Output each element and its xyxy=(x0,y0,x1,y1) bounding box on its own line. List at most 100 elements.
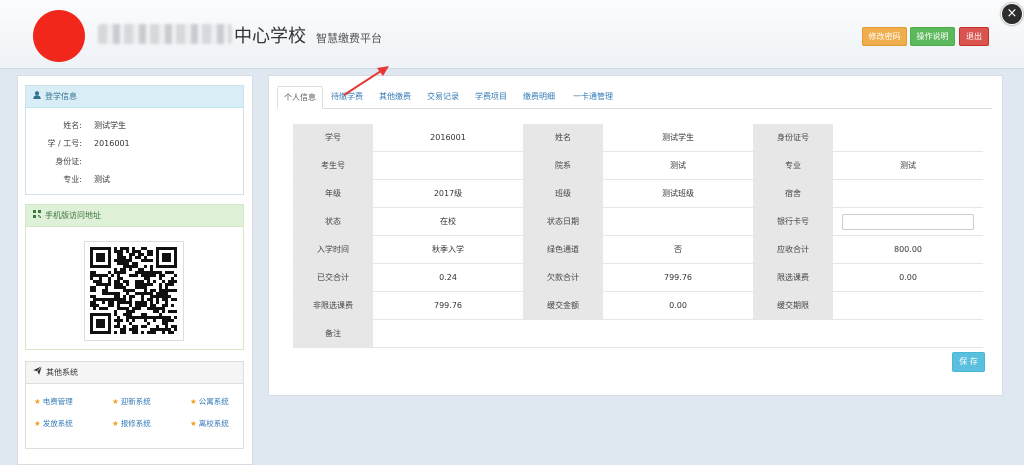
bank-card-input[interactable] xyxy=(842,213,974,230)
tab-tuition-items[interactable]: 学费项目 xyxy=(469,86,513,108)
field-label: 缓交金额 xyxy=(523,291,603,320)
login-info-title: 登学信息 xyxy=(45,92,77,101)
tab-transactions[interactable]: 交易记录 xyxy=(421,86,465,108)
table-row: 考生号 院系 测试 专业 测试 xyxy=(293,151,983,180)
field-label: 班级 xyxy=(523,179,603,208)
close-icon[interactable]: × xyxy=(1001,3,1023,25)
info-row-id: 学 / 工号: 2016001 xyxy=(26,138,130,149)
field-label: 姓名 xyxy=(523,124,603,152)
field-label: 应收合计 xyxy=(753,235,833,264)
field-value: 0.00 xyxy=(833,263,983,292)
instructions-button[interactable]: 操作说明 xyxy=(910,27,955,46)
field-value xyxy=(373,319,983,348)
star-icon: ★ xyxy=(190,397,197,406)
field-label: 年级 xyxy=(293,179,373,208)
field-label: 备注 xyxy=(293,319,373,348)
mobile-access-panel: 手机版访问地址 xyxy=(25,204,244,350)
star-icon: ★ xyxy=(112,419,119,428)
field-label: 身份证号 xyxy=(753,124,833,152)
system-link[interactable]: ★ 离校系统 xyxy=(190,418,229,429)
table-row: 非限选课费 799.76 缓交金额 0.00 缓交期限 xyxy=(293,291,983,320)
top-header: 中心学校 智慧缴费平台 修改密码 操作说明 退出 xyxy=(0,0,1024,69)
info-value: 测试 xyxy=(94,175,110,184)
field-label: 考生号 xyxy=(293,151,373,180)
save-button[interactable]: 保 存 xyxy=(952,352,985,372)
field-label: 缓交期限 xyxy=(753,291,833,320)
field-value: 799.76 xyxy=(373,291,523,320)
login-info-panel-header: 登学信息 xyxy=(26,86,243,108)
field-label: 欠款合计 xyxy=(523,263,603,292)
table-row: 备注 xyxy=(293,319,983,348)
field-value xyxy=(603,207,753,236)
personal-info-table: 学号 2016001 姓名 测试学生 身份证号 考生号 院系 测试 专业 测试 年级 2017级 班级测… xyxy=(293,124,983,348)
blurred-school-name xyxy=(98,24,232,44)
field-value: 0.00 xyxy=(603,291,753,320)
field-value: 2017级 xyxy=(373,179,523,208)
field-value xyxy=(833,124,983,152)
mobile-access-title: 手机版访问地址 xyxy=(45,211,101,220)
field-label: 学号 xyxy=(293,124,373,152)
other-systems-panel-header: 其他系统 xyxy=(26,362,243,384)
field-label: 非限选课费 xyxy=(293,291,373,320)
field-value: 测试班级 xyxy=(603,179,753,208)
field-value: 秋季入学 xyxy=(373,235,523,264)
field-value: 2016001 xyxy=(373,124,523,152)
table-row: 年级 2017级 班级 测试班级 宿舍 xyxy=(293,179,983,208)
field-value: 0.24 xyxy=(373,263,523,292)
info-label: 身份证: xyxy=(55,157,82,166)
school-logo xyxy=(33,10,85,62)
system-link[interactable]: ★ 报修系统 xyxy=(112,418,151,429)
field-label: 宿舍 xyxy=(753,179,833,208)
field-label: 状态日期 xyxy=(523,207,603,236)
logout-button[interactable]: 退出 xyxy=(959,27,989,46)
tab-card-management[interactable]: 一卡通管理 xyxy=(567,86,619,108)
field-value: 否 xyxy=(603,235,753,264)
qrcode-icon xyxy=(33,205,41,227)
change-password-button[interactable]: 修改密码 xyxy=(862,27,907,46)
field-value: 800.00 xyxy=(833,235,983,264)
other-systems-panel: 其他系统 ★ 电费管理 ★ 迎新系统 ★ 公寓系统 ★ 发放系统 ★ 报修系统 ★ 离校系统 xyxy=(25,361,244,449)
field-value: 799.76 xyxy=(603,263,753,292)
field-label: 状态 xyxy=(293,207,373,236)
tab-bar: 个人信息 待缴学费 其他缴费 交易记录 学费项目 缴费明细 一卡通管理 xyxy=(277,86,992,109)
system-link[interactable]: ★ 迎新系统 xyxy=(112,396,151,407)
table-row: 学号 2016001 姓名 测试学生 身份证号 xyxy=(293,124,983,152)
qr-code xyxy=(84,241,184,341)
tab-pending-tuition[interactable]: 待缴学费 xyxy=(325,86,369,108)
system-link[interactable]: ★ 发放系统 xyxy=(34,418,73,429)
field-value: 测试 xyxy=(603,151,753,180)
tab-other-payments[interactable]: 其他缴费 xyxy=(373,86,417,108)
field-label: 已交合计 xyxy=(293,263,373,292)
other-systems-title: 其他系统 xyxy=(46,368,78,377)
info-label: 专业: xyxy=(63,175,82,184)
field-value: 测试学生 xyxy=(603,124,753,152)
info-row-major: 专业: 测试 xyxy=(26,174,110,185)
field-label: 绿色通道 xyxy=(523,235,603,264)
field-label: 限选课费 xyxy=(753,263,833,292)
info-value: 测试学生 xyxy=(94,121,126,130)
platform-subtitle: 智慧缴费平台 xyxy=(316,32,382,45)
info-label: 姓名: xyxy=(63,121,82,130)
field-value xyxy=(373,151,523,180)
user-icon xyxy=(33,86,41,108)
field-label: 入学时间 xyxy=(293,235,373,264)
mobile-access-panel-header: 手机版访问地址 xyxy=(26,205,243,227)
tab-payment-details[interactable]: 缴费明细 xyxy=(517,86,561,108)
system-link[interactable]: ★ 电费管理 xyxy=(34,396,73,407)
school-title: 中心学校 xyxy=(234,26,306,47)
star-icon: ★ xyxy=(190,419,197,428)
field-label: 专业 xyxy=(753,151,833,180)
paper-plane-icon xyxy=(33,362,42,384)
field-label: 银行卡号 xyxy=(753,207,833,236)
field-value: 在校 xyxy=(373,207,523,236)
star-icon: ★ xyxy=(34,419,41,428)
tab-personal-info[interactable]: 个人信息 xyxy=(277,86,323,109)
info-row-name: 姓名: 测试学生 xyxy=(26,120,126,131)
table-row: 状态 在校 状态日期 银行卡号 xyxy=(293,207,983,236)
field-value xyxy=(833,291,983,320)
main-content: 个人信息 待缴学费 其他缴费 交易记录 学费项目 缴费明细 一卡通管理 学号 20… xyxy=(268,75,1003,396)
field-value xyxy=(833,207,983,236)
system-link[interactable]: ★ 公寓系统 xyxy=(190,396,229,407)
info-value: 2016001 xyxy=(94,139,130,148)
info-label: 学 / 工号: xyxy=(47,139,82,148)
